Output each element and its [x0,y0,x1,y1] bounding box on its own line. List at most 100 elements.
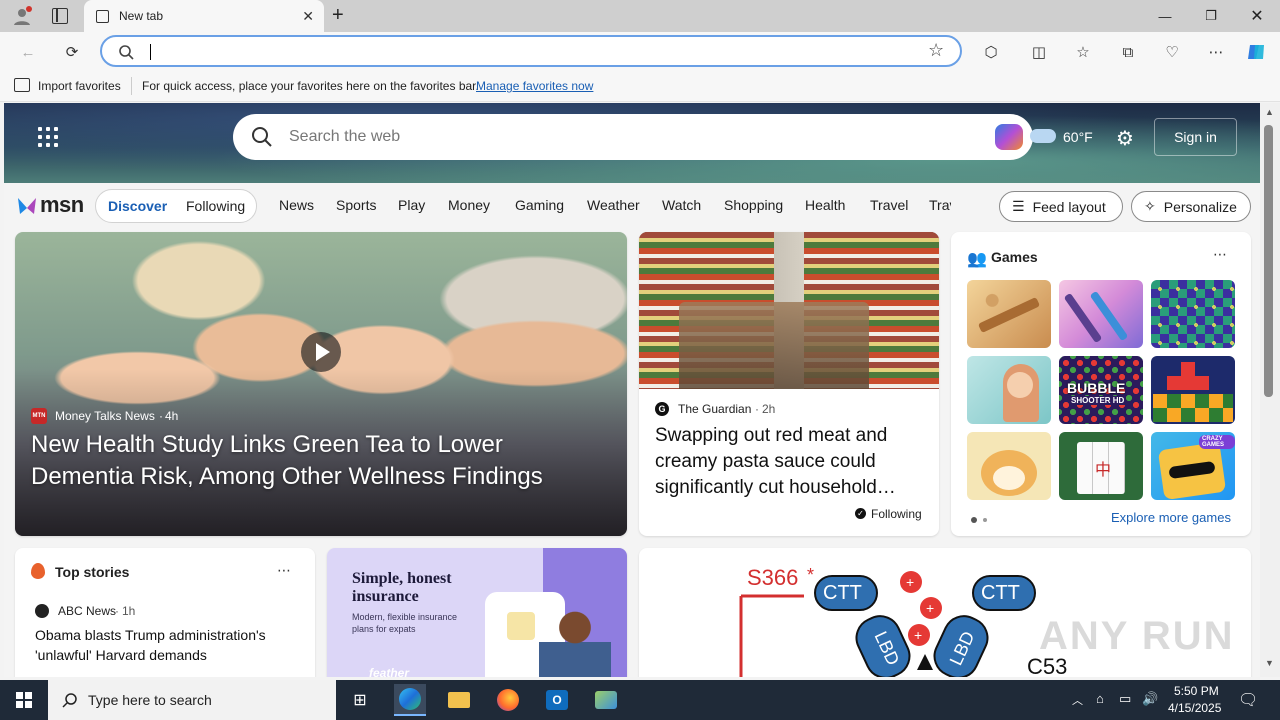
nav-health[interactable]: Health [805,197,845,213]
taskbar-search-box[interactable]: Type here to search [48,680,336,720]
games-more-icon[interactable]: ⋯ [1213,246,1227,263]
minimize-button[interactable]: — [1142,0,1188,32]
top-story-headline[interactable]: Obama blasts Trump administration's 'unl… [35,625,295,665]
firefox-icon[interactable] [492,684,524,716]
game-tile-crazy-games[interactable]: CRAZY GAMES [1151,432,1235,500]
more-menu-icon[interactable]: ⋯ [1205,41,1227,63]
weather-cloud-icon[interactable] [1030,129,1056,143]
nav-news[interactable]: News [279,197,314,213]
taskbar-date[interactable]: 4/15/2025 [1168,701,1221,715]
nav-travel[interactable]: Travel [870,197,908,213]
copilot-icon[interactable] [1246,41,1268,63]
close-window-button[interactable]: ✕ [1234,0,1280,32]
manage-favorites-link[interactable]: Manage favorites now [476,79,593,93]
game-tile-mahjong[interactable]: 中 [1059,432,1143,500]
insurance-ad-card[interactable]: Simple, honest insurance Modern, flexibl… [327,548,627,677]
svg-text:+: + [926,600,934,616]
task-view-icon[interactable]: ⊞ [344,684,376,716]
scroll-thumb[interactable] [1264,125,1273,397]
tray-volume-icon[interactable]: 🔊 [1142,691,1158,707]
nav-shopping[interactable]: Shopping [724,197,783,213]
address-bar[interactable]: ☆ [100,35,962,67]
copilot-search-icon[interactable] [995,124,1023,150]
carousel-dot[interactable] [983,518,987,522]
hero-story-headline[interactable]: New Health Study Links Green Tea to Lowe… [31,429,591,493]
nav-gaming[interactable]: Gaming [515,197,564,213]
new-tab-button[interactable]: + [332,4,352,28]
top-stories-more-icon[interactable]: ⋯ [277,562,291,579]
outlook-icon[interactable]: O [541,684,573,716]
diagram-image-card[interactable]: + + + S366 * CTT CTT LBD LBD C53 ANY RUN [639,548,1251,677]
web-search-box[interactable]: Search the web [233,114,1033,160]
guardian-story-dot: · [755,402,759,416]
nav-weather[interactable]: Weather [587,197,640,213]
edge-taskbar-icon[interactable] [394,684,426,716]
taskbar-time[interactable]: 5:50 PM [1174,684,1219,698]
tab-discover[interactable]: Discover [108,198,167,214]
favorite-star-icon[interactable]: ☆ [928,40,944,61]
svg-text:+: + [914,627,922,643]
msn-logo[interactable]: msn [16,191,84,219]
bubble-shooter-subtitle: SHOOTER HD [1069,396,1127,405]
carousel-dot-active[interactable] [971,517,977,523]
favorites-bar-message: For quick access, place your favorites h… [142,79,479,93]
feed-layout-label: Feed layout [1032,198,1106,215]
games-card: 👥 Games ⋯ BUBBLE SHOOTER HD 中 CRAZY GAME… [951,232,1251,536]
scroll-up-icon[interactable]: ▲ [1265,107,1274,117]
split-screen-icon[interactable]: ◫ [1028,41,1050,63]
hero-story-card[interactable]: MTN Money Talks News · 4h New Health Stu… [15,232,627,536]
following-label[interactable]: Following [871,507,922,521]
nav-truncated[interactable]: Trav [929,197,951,213]
restore-button[interactable]: ❐ [1188,0,1234,32]
svg-text:+: + [906,574,914,590]
guardian-story-card[interactable]: G The Guardian · 2h Swapping out red mea… [639,232,939,536]
back-icon[interactable]: ← [17,41,39,63]
personalize-button[interactable]: ✧ Personalize [1131,191,1251,222]
extensions-icon[interactable]: ⬡ [980,41,1002,63]
profile-icon[interactable] [12,6,32,26]
game-tile-jewel-match[interactable] [1151,280,1235,348]
money-talks-news-logo: MTN [31,408,47,424]
tab-actions-icon[interactable] [52,8,68,24]
tray-overflow-icon[interactable]: ︿ [1072,692,1083,708]
msn-logo-text: msn [40,192,84,217]
notification-icon[interactable]: 🗨 [1238,690,1258,710]
game-tile-bubble-shooter[interactable]: BUBBLE SHOOTER HD [1059,356,1143,424]
tray-device-icon[interactable]: ⌂ [1096,691,1104,706]
collections-icon[interactable]: ⧉ [1117,41,1139,63]
close-tab-icon[interactable]: ✕ [302,8,314,25]
browser-essentials-icon[interactable]: ♡ [1161,41,1183,63]
page-scrollbar[interactable]: ▲ ▼ [1260,103,1280,677]
game-tile-blocks[interactable] [1151,356,1235,424]
tray-network-icon[interactable]: ▭ [1119,691,1131,707]
nav-play[interactable]: Play [398,197,425,213]
scroll-down-icon[interactable]: ▼ [1265,658,1274,668]
sign-in-button[interactable]: Sign in [1154,118,1237,156]
explore-more-games-link[interactable]: Explore more games [1111,510,1231,525]
weather-temperature[interactable]: 60°F [1063,129,1093,145]
refresh-icon[interactable]: ⟳ [61,41,83,63]
pinned-app-icon[interactable] [590,684,622,716]
game-tile-shiba[interactable] [967,432,1051,500]
tab-following[interactable]: Following [186,198,245,214]
apps-launcher-icon[interactable] [38,127,58,147]
favorites-icon[interactable]: ☆ [1072,41,1094,63]
file-explorer-icon[interactable] [443,684,475,716]
nav-money[interactable]: Money [448,197,490,213]
start-windows-icon[interactable] [16,692,32,708]
feed-layout-button[interactable]: ☰ Feed layout [999,191,1123,222]
feed-tab-group: Discover Following [95,189,257,223]
hero-story-age: 4h [165,409,179,423]
settings-gear-icon[interactable]: ⚙ [1116,126,1134,151]
play-video-icon[interactable] [301,332,341,372]
nav-watch[interactable]: Watch [662,197,701,213]
game-tile-wood-puzzle[interactable] [967,280,1051,348]
game-tile-makeup[interactable] [1059,280,1143,348]
windows-taskbar: Type here to search ⊞ O ︿ ⌂ ▭ 🔊 5:50 PM … [0,680,1280,720]
game-tile-hospital[interactable] [967,356,1051,424]
browser-toolbar: ← ⟳ ☆ ⬡ ◫ ☆ ⧉ ♡ ⋯ [0,32,1280,70]
tab-new-tab[interactable]: New tab ✕ [84,0,324,32]
nav-sports[interactable]: Sports [336,197,376,213]
guardian-story-headline[interactable]: Swapping out red meat and creamy pasta s… [655,423,927,501]
import-favorites-button[interactable]: Import favorites [38,79,121,93]
